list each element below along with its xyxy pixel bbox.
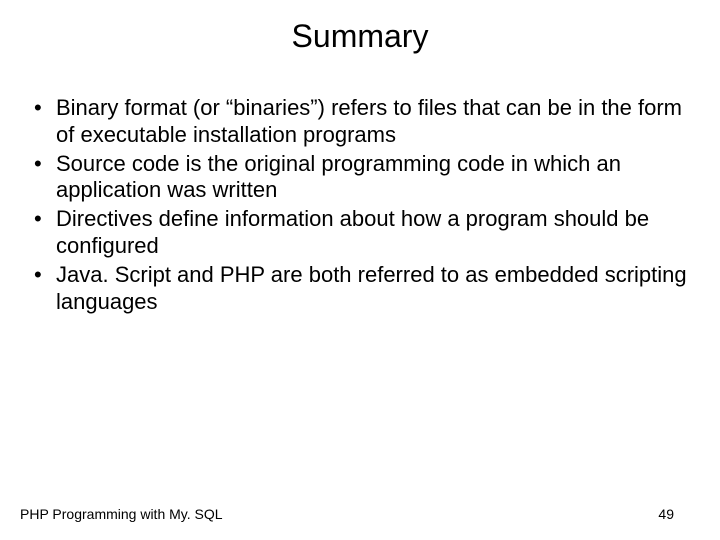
list-item: Source code is the original programming … — [28, 151, 692, 205]
list-item: Java. Script and PHP are both referred t… — [28, 262, 692, 316]
footer-left: PHP Programming with My. SQL — [20, 506, 223, 522]
list-item: Directives define information about how … — [28, 206, 692, 260]
bullet-list: Binary format (or “binaries”) refers to … — [28, 95, 692, 316]
slide: Summary Binary format (or “binaries”) re… — [0, 0, 720, 540]
slide-content: Binary format (or “binaries”) refers to … — [0, 65, 720, 316]
footer-page-number: 49 — [658, 506, 674, 522]
slide-title: Summary — [0, 0, 720, 65]
list-item: Binary format (or “binaries”) refers to … — [28, 95, 692, 149]
